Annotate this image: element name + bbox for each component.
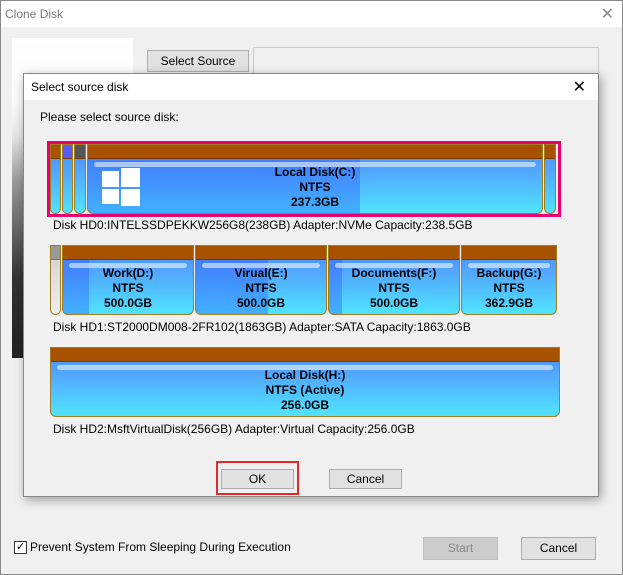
partition-name: Virual(E:) <box>234 266 288 280</box>
dialog-prompt: Please select source disk: <box>40 110 179 124</box>
partition-virual-e[interactable]: Virual(E:) NTFS 500.0GB <box>195 245 327 315</box>
select-source-disk-button[interactable]: Select Source Disk <box>147 50 249 88</box>
partition-local-disk-c[interactable]: Local Disk(C:) NTFS 237.3GB <box>87 144 543 214</box>
partition-size: 256.0GB <box>280 398 330 412</box>
dialog-titlebar: Select source disk ✕ <box>24 74 598 100</box>
start-button[interactable]: Start <box>423 537 498 560</box>
partition-size: 500.0GB <box>369 296 419 310</box>
close-icon[interactable]: ✕ <box>601 4 614 24</box>
partition-fs: NTFS <box>112 281 144 295</box>
prevent-sleep-label: Prevent System From Sleeping During Exec… <box>30 540 291 554</box>
dialog-cancel-button[interactable]: Cancel <box>329 469 402 489</box>
partition-backup-g[interactable]: Backup(G:) NTFS 362.9GB <box>461 245 557 315</box>
disk-hd1-info: Disk HD1:ST2000DM008-2FR102(1863GB) Adap… <box>53 320 471 334</box>
partition-name: Local Disk(H:) <box>264 368 346 382</box>
partition-small[interactable] <box>62 144 73 214</box>
partition-size: 362.9GB <box>484 296 534 310</box>
partition-size: 500.0GB <box>103 296 153 310</box>
partition-unallocated[interactable] <box>50 245 61 315</box>
partition-fs: NTFS <box>378 281 410 295</box>
partition-fs: NTFS (Active) <box>265 383 345 397</box>
partition-size: 237.3GB <box>290 195 340 209</box>
partition-name: Backup(G:) <box>476 266 542 280</box>
partition-work-d[interactable]: Work(D:) NTFS 500.0GB <box>62 245 194 315</box>
disk-hd1-map[interactable]: Work(D:) NTFS 500.0GB Virual(E:) NTFS 50… <box>50 245 557 315</box>
disk-hd2-map[interactable]: Local Disk(H:) NTFS (Active) 256.0GB <box>50 347 560 417</box>
partition-name: Work(D:) <box>102 266 154 280</box>
partition-small[interactable] <box>50 144 61 214</box>
partition-small[interactable] <box>74 144 86 214</box>
prevent-sleep-checkbox[interactable]: ✓ <box>14 540 27 554</box>
dialog-title: Select source disk <box>31 80 129 94</box>
window-title: Clone Disk <box>5 7 64 21</box>
disk-hd2-info: Disk HD2:MsftVirtualDisk(256GB) Adapter:… <box>53 422 415 436</box>
prevent-sleep-option[interactable]: ✓ Prevent System From Sleeping During Ex… <box>14 540 291 554</box>
partition-local-disk-h[interactable]: Local Disk(H:) NTFS (Active) 256.0GB <box>50 347 560 417</box>
partition-name: Documents(F:) <box>351 266 437 280</box>
partition-size: 500.0GB <box>236 296 286 310</box>
partition-fs: NTFS <box>245 281 277 295</box>
close-icon[interactable]: ✕ <box>573 77 586 97</box>
ok-button[interactable]: OK <box>221 469 294 489</box>
partition-fs: NTFS <box>493 281 525 295</box>
partition-name: Local Disk(C:) <box>274 165 356 179</box>
disk-hd0-info: Disk HD0:INTELSSDPEKKW256G8(238GB) Adapt… <box>53 218 473 232</box>
select-source-disk-dialog: Select source disk ✕ Please select sourc… <box>23 73 599 497</box>
partition-fs: NTFS <box>299 180 331 194</box>
main-titlebar: Clone Disk ✕ <box>1 1 622 27</box>
partition-small[interactable] <box>544 144 556 214</box>
source-disk-field[interactable] <box>253 47 599 75</box>
disk-hd0-map[interactable]: Local Disk(C:) NTFS 237.3GB <box>47 141 561 217</box>
main-cancel-button[interactable]: Cancel <box>521 537 596 560</box>
partition-documents-f[interactable]: Documents(F:) NTFS 500.0GB <box>328 245 460 315</box>
